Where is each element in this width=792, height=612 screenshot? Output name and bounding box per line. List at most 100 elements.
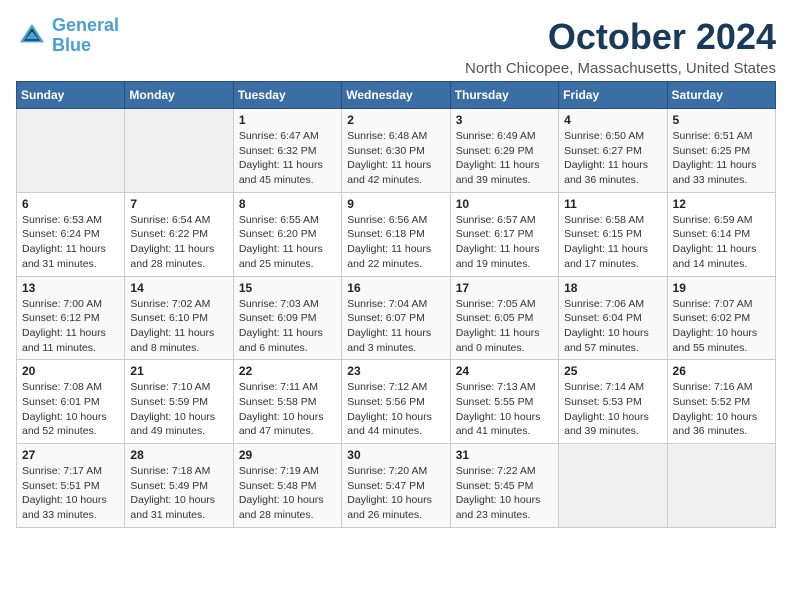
calendar-cell: 11Sunrise: 6:58 AMSunset: 6:15 PMDayligh… (559, 192, 667, 276)
day-number: 3 (456, 113, 553, 127)
week-row-1: 1 Sunrise: 6:47 AMSunset: 6:32 PMDaylight… (17, 109, 776, 193)
day-info: Sunrise: 7:13 AMSunset: 5:55 PMDaylight:… (456, 380, 553, 439)
logo: General Blue (16, 16, 119, 56)
day-info: Sunrise: 6:53 AMSunset: 6:24 PMDaylight:… (22, 213, 119, 272)
day-info: Sunrise: 7:18 AMSunset: 5:49 PMDaylight:… (130, 464, 227, 523)
day-number: 22 (239, 364, 336, 378)
day-info: Sunrise: 6:49 AMSunset: 6:29 PMDaylight:… (456, 129, 553, 188)
day-info: Sunrise: 7:11 AMSunset: 5:58 PMDaylight:… (239, 380, 336, 439)
calendar-cell: 7Sunrise: 6:54 AMSunset: 6:22 PMDaylight… (125, 192, 233, 276)
calendar-table: SundayMondayTuesdayWednesdayThursdayFrid… (16, 81, 776, 528)
calendar-cell: 5 Sunrise: 6:51 AMSunset: 6:25 PMDaylight… (667, 109, 775, 193)
weekday-header-thursday: Thursday (450, 82, 558, 109)
day-number: 31 (456, 448, 553, 462)
day-info: Sunrise: 7:22 AMSunset: 5:45 PMDaylight:… (456, 464, 553, 523)
calendar-cell: 25 Sunrise: 7:14 AMSunset: 5:53 PMDayligh… (559, 360, 667, 444)
calendar-cell: 24 Sunrise: 7:13 AMSunset: 5:55 PMDayligh… (450, 360, 558, 444)
day-number: 10 (456, 197, 553, 211)
calendar-cell (667, 444, 775, 528)
day-info: Sunrise: 7:04 AMSunset: 6:07 PMDaylight:… (347, 297, 444, 356)
day-info: Sunrise: 6:57 AMSunset: 6:17 PMDaylight:… (456, 213, 553, 272)
calendar-cell: 29Sunrise: 7:19 AMSunset: 5:48 PMDayligh… (233, 444, 341, 528)
week-row-3: 13 Sunrise: 7:00 AMSunset: 6:12 PMDayligh… (17, 276, 776, 360)
day-number: 18 (564, 281, 661, 295)
day-number: 21 (130, 364, 227, 378)
location-title: North Chicopee, Massachusetts, United St… (465, 60, 776, 77)
day-info: Sunrise: 6:51 AMSunset: 6:25 PMDaylight:… (673, 129, 770, 188)
weekday-header-friday: Friday (559, 82, 667, 109)
day-number: 19 (673, 281, 770, 295)
day-info: Sunrise: 7:05 AMSunset: 6:05 PMDaylight:… (456, 297, 553, 356)
day-number: 16 (347, 281, 444, 295)
day-info: Sunrise: 6:47 AMSunset: 6:32 PMDaylight:… (239, 129, 336, 188)
day-number: 8 (239, 197, 336, 211)
day-number: 23 (347, 364, 444, 378)
day-number: 13 (22, 281, 119, 295)
calendar-cell: 30 Sunrise: 7:20 AMSunset: 5:47 PMDayligh… (342, 444, 450, 528)
calendar-cell: 8 Sunrise: 6:55 AMSunset: 6:20 PMDaylight… (233, 192, 341, 276)
calendar-cell: 31 Sunrise: 7:22 AMSunset: 5:45 PMDayligh… (450, 444, 558, 528)
calendar-cell: 26Sunrise: 7:16 AMSunset: 5:52 PMDayligh… (667, 360, 775, 444)
logo-icon (16, 20, 48, 52)
day-info: Sunrise: 7:16 AMSunset: 5:52 PMDaylight:… (673, 380, 770, 439)
day-number: 12 (673, 197, 770, 211)
calendar-cell: 10 Sunrise: 6:57 AMSunset: 6:17 PMDayligh… (450, 192, 558, 276)
day-info: Sunrise: 7:17 AMSunset: 5:51 PMDaylight:… (22, 464, 119, 523)
calendar-cell: 17 Sunrise: 7:05 AMSunset: 6:05 PMDayligh… (450, 276, 558, 360)
day-number: 29 (239, 448, 336, 462)
weekday-header-tuesday: Tuesday (233, 82, 341, 109)
calendar-cell: 6 Sunrise: 6:53 AMSunset: 6:24 PMDaylight… (17, 192, 125, 276)
day-number: 14 (130, 281, 227, 295)
day-number: 9 (347, 197, 444, 211)
day-info: Sunrise: 6:59 AMSunset: 6:14 PMDaylight:… (673, 213, 770, 272)
day-number: 6 (22, 197, 119, 211)
week-row-2: 6 Sunrise: 6:53 AMSunset: 6:24 PMDaylight… (17, 192, 776, 276)
day-number: 1 (239, 113, 336, 127)
month-title: October 2024 (465, 16, 776, 58)
day-number: 5 (673, 113, 770, 127)
day-info: Sunrise: 7:08 AMSunset: 6:01 PMDaylight:… (22, 380, 119, 439)
calendar-cell: 4Sunrise: 6:50 AMSunset: 6:27 PMDaylight… (559, 109, 667, 193)
calendar-cell: 28 Sunrise: 7:18 AMSunset: 5:49 PMDayligh… (125, 444, 233, 528)
weekday-header-wednesday: Wednesday (342, 82, 450, 109)
calendar-cell: 12 Sunrise: 6:59 AMSunset: 6:14 PMDayligh… (667, 192, 775, 276)
calendar-cell: 22 Sunrise: 7:11 AMSunset: 5:58 PMDayligh… (233, 360, 341, 444)
weekday-header-sunday: Sunday (17, 82, 125, 109)
calendar-cell: 19Sunrise: 7:07 AMSunset: 6:02 PMDayligh… (667, 276, 775, 360)
calendar-cell: 21Sunrise: 7:10 AMSunset: 5:59 PMDayligh… (125, 360, 233, 444)
calendar-cell: 13 Sunrise: 7:00 AMSunset: 6:12 PMDayligh… (17, 276, 125, 360)
day-info: Sunrise: 7:14 AMSunset: 5:53 PMDaylight:… (564, 380, 661, 439)
day-number: 7 (130, 197, 227, 211)
day-info: Sunrise: 6:55 AMSunset: 6:20 PMDaylight:… (239, 213, 336, 272)
day-info: Sunrise: 7:00 AMSunset: 6:12 PMDaylight:… (22, 297, 119, 356)
calendar-cell: 2Sunrise: 6:48 AMSunset: 6:30 PMDaylight… (342, 109, 450, 193)
day-info: Sunrise: 6:50 AMSunset: 6:27 PMDaylight:… (564, 129, 661, 188)
calendar-cell: 23 Sunrise: 7:12 AMSunset: 5:56 PMDayligh… (342, 360, 450, 444)
day-number: 11 (564, 197, 661, 211)
week-row-5: 27 Sunrise: 7:17 AMSunset: 5:51 PMDayligh… (17, 444, 776, 528)
calendar-cell: 3 Sunrise: 6:49 AMSunset: 6:29 PMDaylight… (450, 109, 558, 193)
day-number: 17 (456, 281, 553, 295)
day-info: Sunrise: 7:06 AMSunset: 6:04 PMDaylight:… (564, 297, 661, 356)
day-number: 15 (239, 281, 336, 295)
calendar-cell: 15 Sunrise: 7:03 AMSunset: 6:09 PMDayligh… (233, 276, 341, 360)
calendar-cell: 27 Sunrise: 7:17 AMSunset: 5:51 PMDayligh… (17, 444, 125, 528)
calendar-cell: 14Sunrise: 7:02 AMSunset: 6:10 PMDayligh… (125, 276, 233, 360)
calendar-cell (559, 444, 667, 528)
calendar-cell (17, 109, 125, 193)
day-info: Sunrise: 7:12 AMSunset: 5:56 PMDaylight:… (347, 380, 444, 439)
day-number: 28 (130, 448, 227, 462)
weekday-header-row: SundayMondayTuesdayWednesdayThursdayFrid… (17, 82, 776, 109)
day-number: 24 (456, 364, 553, 378)
day-info: Sunrise: 7:20 AMSunset: 5:47 PMDaylight:… (347, 464, 444, 523)
calendar-cell: 20Sunrise: 7:08 AMSunset: 6:01 PMDayligh… (17, 360, 125, 444)
day-number: 2 (347, 113, 444, 127)
weekday-header-saturday: Saturday (667, 82, 775, 109)
day-number: 27 (22, 448, 119, 462)
calendar-cell: 18 Sunrise: 7:06 AMSunset: 6:04 PMDayligh… (559, 276, 667, 360)
day-number: 25 (564, 364, 661, 378)
title-block: October 2024 North Chicopee, Massachuset… (465, 16, 776, 77)
day-info: Sunrise: 7:03 AMSunset: 6:09 PMDaylight:… (239, 297, 336, 356)
page-header: General Blue October 2024 North Chicopee… (16, 16, 776, 77)
day-number: 30 (347, 448, 444, 462)
